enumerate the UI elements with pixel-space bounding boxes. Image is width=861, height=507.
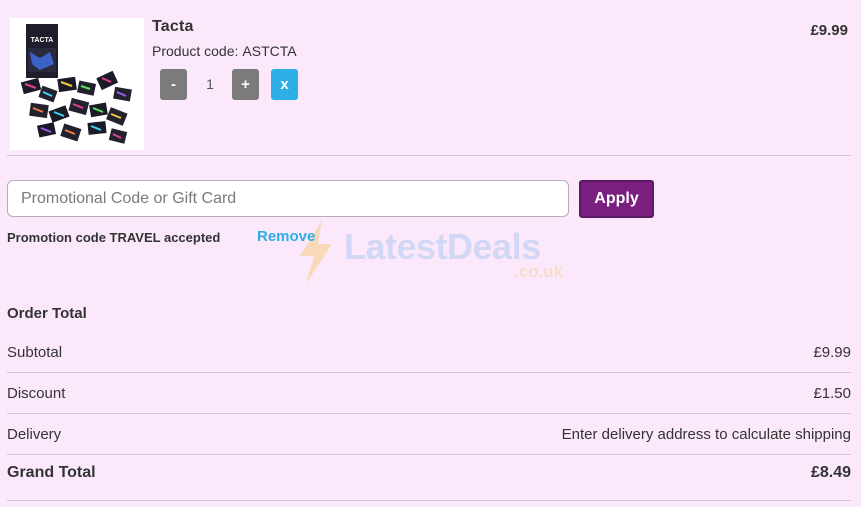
product-price: £9.99 [810,22,848,39]
promo-status-message: Promotion code TRAVEL accepted [7,230,221,245]
discount-row: Discount £1.50 [7,385,851,407]
delivery-row: Delivery Enter delivery address to calcu… [7,426,851,448]
svg-text:TACTA: TACTA [31,37,54,44]
divider [7,155,851,156]
discount-value: £1.50 [813,385,851,402]
divider [7,454,851,455]
subtotal-value: £9.99 [813,344,851,361]
increase-quantity-button[interactable]: + [232,69,259,100]
discount-label: Discount [7,385,66,402]
grand-total-value: £8.49 [810,464,851,481]
product-image[interactable]: TACTA [10,18,144,150]
product-code: Product code: ASTCTA [152,43,297,59]
remove-item-button[interactable]: x [271,69,298,100]
latestdeals-watermark: LatestDeals .co.uk [292,218,582,286]
grand-total-label: Grand Total [7,464,96,481]
product-code-label: Product code: [152,43,239,59]
delivery-label: Delivery [7,426,62,443]
apply-button[interactable]: Apply [579,180,654,218]
delivery-value: Enter delivery address to calculate ship… [561,426,851,443]
product-code-value: ASTCTA [242,43,297,59]
grand-total-row: Grand Total £8.49 [7,464,851,486]
cart-item: TACTA Tacta Product code: ASTCTA £9.99 -… [0,0,861,155]
divider [7,372,851,373]
product-name[interactable]: Tacta [152,18,194,36]
divider [7,500,851,501]
promo-code-input[interactable] [8,181,568,216]
promo-code-field[interactable] [7,180,569,217]
remove-promo-link[interactable]: Remove [257,228,315,245]
subtotal-row: Subtotal £9.99 [7,344,851,366]
watermark-text: LatestDeals [344,226,541,267]
divider [7,413,851,414]
subtotal-label: Subtotal [7,344,63,361]
decrease-quantity-button[interactable]: - [160,69,187,100]
order-total-heading: Order Total [7,305,87,322]
product-image-graphic: TACTA [10,18,144,150]
quantity-value[interactable]: 1 [200,69,220,100]
watermark-subtext: .co.uk [514,262,564,281]
